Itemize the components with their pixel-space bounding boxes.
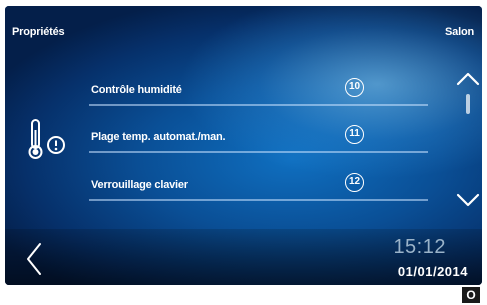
back-chevron-left-icon[interactable] — [25, 242, 43, 276]
divider — [89, 151, 428, 153]
menu-item-keypad-lock[interactable]: Verrouillage clavier 12 — [89, 173, 428, 201]
chevron-up-icon[interactable] — [456, 72, 480, 86]
menu-item-humidity[interactable]: Contrôle humidité 10 — [89, 78, 428, 106]
clock-date: 01/01/2014 — [397, 264, 468, 279]
menu-item-temp-range[interactable]: Plage temp. automat./man. 11 — [89, 125, 428, 153]
menu-item-label: Contrôle humidité — [91, 84, 182, 96]
menu-item-label: Plage temp. automat./man. — [91, 131, 226, 143]
page-title: Propriétés — [12, 26, 65, 38]
room-name: Salon — [445, 26, 474, 38]
scrollbar-thumb[interactable] — [466, 94, 470, 114]
clock-time: 15:12 — [393, 236, 446, 258]
top-bar: Propriétés Salon — [5, 6, 482, 54]
item-number-badge: 12 — [345, 173, 364, 192]
item-number-badge: 10 — [345, 78, 364, 97]
corner-label: O — [462, 287, 480, 303]
item-number-badge: 11 — [345, 125, 364, 144]
menu-item-label: Verrouillage clavier — [91, 179, 188, 191]
device-screen: Propriétés Salon Contrôle humidité 10 Pl… — [5, 6, 482, 285]
divider — [89, 104, 428, 106]
chevron-down-icon[interactable] — [456, 193, 480, 207]
thermometer-warning-icon — [28, 119, 65, 159]
divider — [89, 199, 428, 201]
